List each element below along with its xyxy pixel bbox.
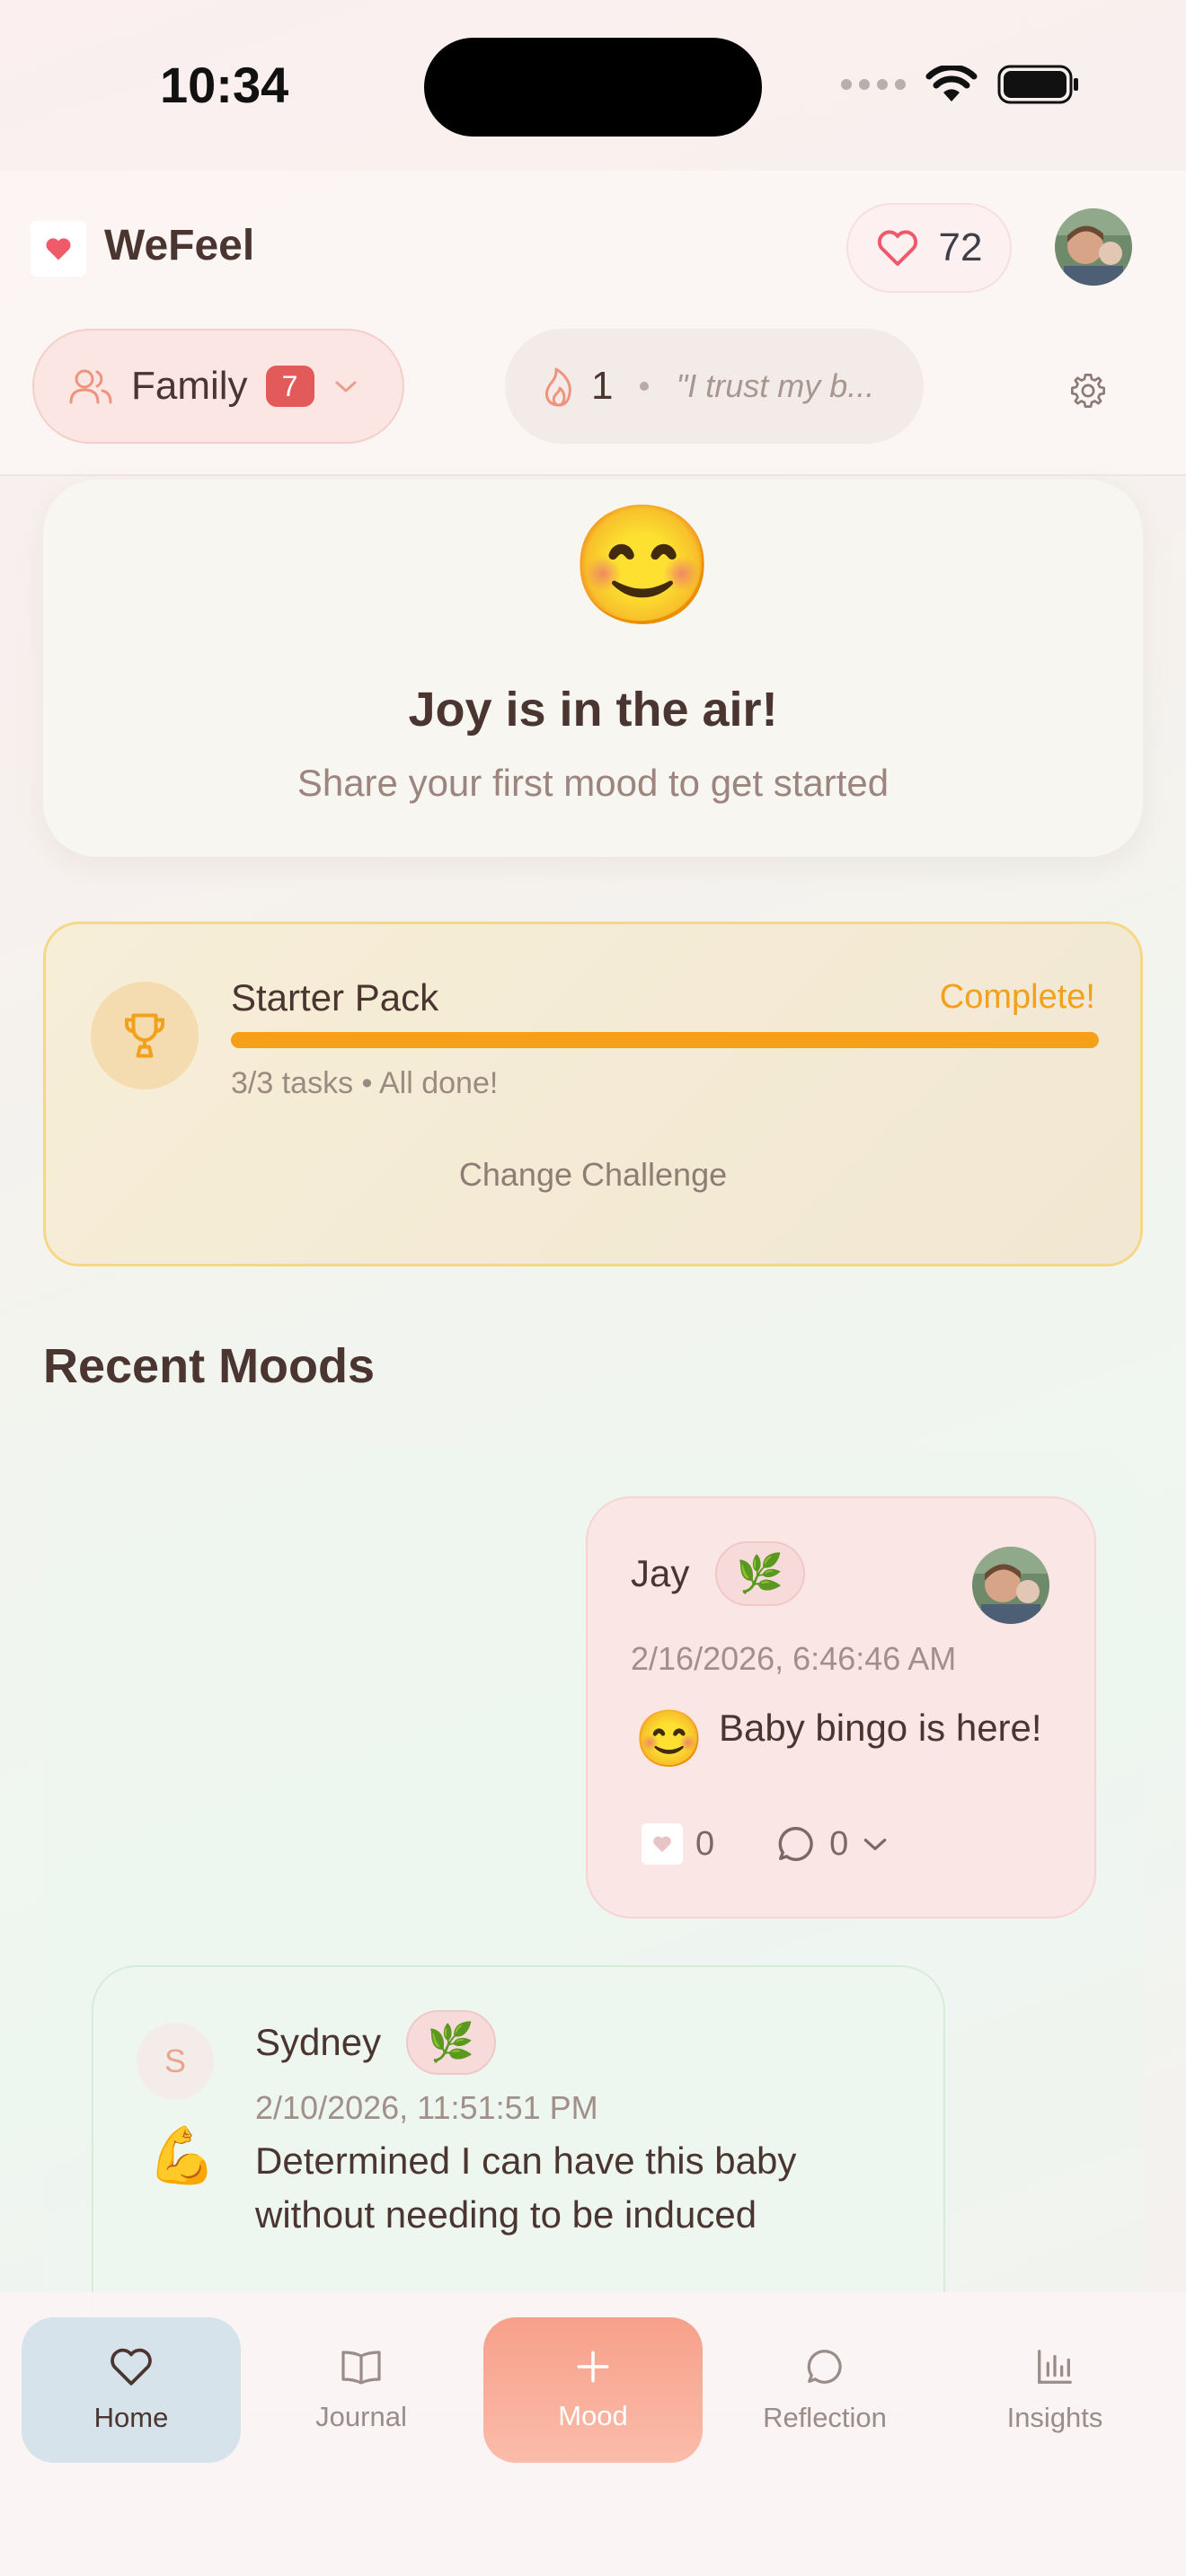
tab-journal[interactable]: Journal <box>252 2317 471 2463</box>
users-icon <box>69 369 112 404</box>
tab-label: Mood <box>558 2400 628 2431</box>
book-icon <box>341 2351 381 2385</box>
heart-logo-icon <box>46 238 71 260</box>
change-challenge-button[interactable]: Change Challenge <box>46 1156 1140 1194</box>
joy-card: 😊 Joy is in the air! Share your first mo… <box>43 480 1143 857</box>
joy-subtitle: Share your first mood to get started <box>296 762 890 804</box>
challenge-title: Starter Pack <box>231 976 439 1019</box>
recent-moods-heading: Recent Moods <box>43 1339 376 1393</box>
profile-avatar[interactable] <box>1055 208 1132 286</box>
flame-icon <box>545 367 571 407</box>
bottom-tab-bar: Home Journal Mood Reflection Insights <box>0 2292 1186 2576</box>
streak-quote: "I trust my b... <box>676 367 875 404</box>
signal-icon <box>841 79 906 90</box>
app-logo <box>31 221 86 277</box>
mood-text-line1: Determined I can have this baby <box>255 2139 797 2182</box>
tab-mood[interactable]: Mood <box>483 2317 703 2463</box>
battery-icon <box>997 65 1078 104</box>
challenge-progress-bar <box>231 1032 1099 1048</box>
author-initial-avatar: S <box>137 2023 214 2100</box>
comment-count: 0 <box>829 1824 849 1863</box>
chevron-down-icon <box>335 381 357 393</box>
status-icons <box>841 65 1080 104</box>
streak-count: 1 <box>591 364 614 408</box>
streak-pill[interactable]: 1 "I trust my b... <box>505 329 924 444</box>
app-title: WeFeel <box>104 222 255 269</box>
challenge-tasks: 3/3 tasks • All done! <box>231 1066 499 1100</box>
mood-author-name: Jay <box>631 1552 690 1594</box>
plus-icon <box>577 2351 609 2383</box>
dynamic-island <box>424 38 762 137</box>
trophy-icon <box>91 982 199 1090</box>
like-heart-icon[interactable] <box>642 1823 683 1865</box>
tab-label: Home <box>93 2402 169 2433</box>
mood-author-name: Sydney <box>255 2021 382 2063</box>
tab-label: Journal <box>315 2401 407 2432</box>
like-count: 0 <box>695 1824 715 1863</box>
gear-icon <box>1071 374 1105 408</box>
tab-label: Reflection <box>763 2402 887 2433</box>
status-time: 10:34 <box>160 57 289 113</box>
smiling-face-emoji-icon: 😊 <box>634 1708 704 1770</box>
mood-date: 2/10/2026, 11:51:51 PM <box>255 2089 598 2126</box>
tab-reflection[interactable]: Reflection <box>715 2317 934 2463</box>
mood-text: Baby bingo is here! <box>719 1707 1042 1749</box>
mood-date: 2/16/2026, 6:46:46 AM <box>631 1640 957 1677</box>
bar-chart-icon <box>1038 2350 1072 2384</box>
chevron-down-icon[interactable] <box>861 1834 890 1854</box>
comment-bubble-icon[interactable] <box>775 1823 817 1865</box>
mood-text-line2: without needing to be induced <box>255 2193 757 2236</box>
hearts-count: 72 <box>938 225 983 269</box>
mood-actions: 0 0 <box>642 1823 890 1865</box>
joy-title: Joy is in the air! <box>408 683 778 737</box>
flexed-biceps-emoji-icon: 💪 <box>147 2125 217 2187</box>
smiling-face-emoji-icon: 😊 <box>570 499 715 631</box>
app-header: WeFeel 72 Family 7 1 "I trust my b... <box>0 171 1186 476</box>
heart-outline-icon <box>877 230 917 266</box>
author-avatar <box>972 1547 1049 1624</box>
challenge-card: Starter Pack Complete! 3/3 tasks • All d… <box>43 922 1143 1266</box>
heart-icon <box>111 2348 152 2386</box>
tab-label: Insights <box>1006 2402 1103 2433</box>
mood-card[interactable]: Jay 🌿 2/16/2026, 6:46:46 AM 😊 Baby bingo… <box>586 1496 1096 1919</box>
wifi-icon <box>925 66 978 101</box>
separator-dot <box>640 382 650 391</box>
group-name: Family <box>131 364 248 408</box>
settings-button[interactable] <box>1057 359 1120 422</box>
notification-badge: 7 <box>265 366 314 407</box>
tab-home[interactable]: Home <box>22 2317 241 2463</box>
challenge-progress-fill <box>231 1032 1099 1048</box>
challenge-status: Complete! <box>939 978 1095 1016</box>
status-bar: 10:34 <box>0 0 1186 171</box>
hearts-counter-button[interactable]: 72 <box>846 203 1012 293</box>
leaf-tag-icon: 🌿 <box>715 1541 805 1606</box>
group-selector[interactable]: Family 7 <box>32 329 404 444</box>
chat-bubble-icon <box>807 2350 842 2384</box>
leaf-tag-icon: 🌿 <box>406 2010 496 2075</box>
tab-insights[interactable]: Insights <box>945 2317 1164 2463</box>
